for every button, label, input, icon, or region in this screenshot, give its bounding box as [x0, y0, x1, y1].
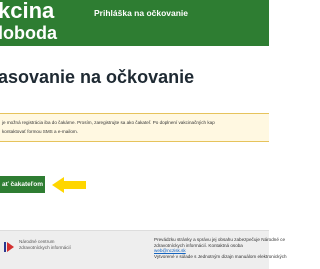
- notice-box: je možná registrácia iba do čakárne. Pro…: [0, 113, 269, 142]
- footer-text-line3: Vytvorené v súlade s Jednotným dizajn ma…: [154, 253, 287, 259]
- brand-name-line1[interactable]: kcina: [0, 0, 54, 22]
- notice-text-line1: je možná registrácia iba do čakárne. Pro…: [2, 120, 215, 125]
- register-waitlist-button[interactable]: ať čakateľom: [0, 176, 45, 193]
- footer-org-line2: zdravotníckych informácií: [19, 244, 71, 250]
- nczi-logo-icon[interactable]: [4, 240, 17, 253]
- notice-text-line2: kontaktovať formou SMS a e-mailom.: [2, 129, 79, 134]
- footer-contact-email-link[interactable]: web@nczisk.sk: [154, 248, 186, 253]
- site-header: kcina loboda Prihláška na očkovanie: [0, 0, 269, 46]
- footer-text-line2: zdravotníckych informácií. Kontaktná oso…: [154, 243, 287, 254]
- login-link[interactable]: Prihláška na očkovanie: [94, 8, 188, 18]
- page-title: asovanie na očkovanie: [0, 67, 195, 87]
- footer-text-line1: Prevádzku stránky a správu jej obsahu za…: [154, 237, 285, 242]
- brand-name-line2[interactable]: loboda: [0, 23, 57, 43]
- footer-org-name[interactable]: Národné centrum zdravotníckych informáci…: [19, 239, 71, 250]
- site-footer: Národné centrum zdravotníckych informáci…: [0, 230, 287, 269]
- footer-text: Prevádzku stránky a správu jej obsahu za…: [154, 237, 287, 259]
- arrow-left-icon: [52, 177, 86, 193]
